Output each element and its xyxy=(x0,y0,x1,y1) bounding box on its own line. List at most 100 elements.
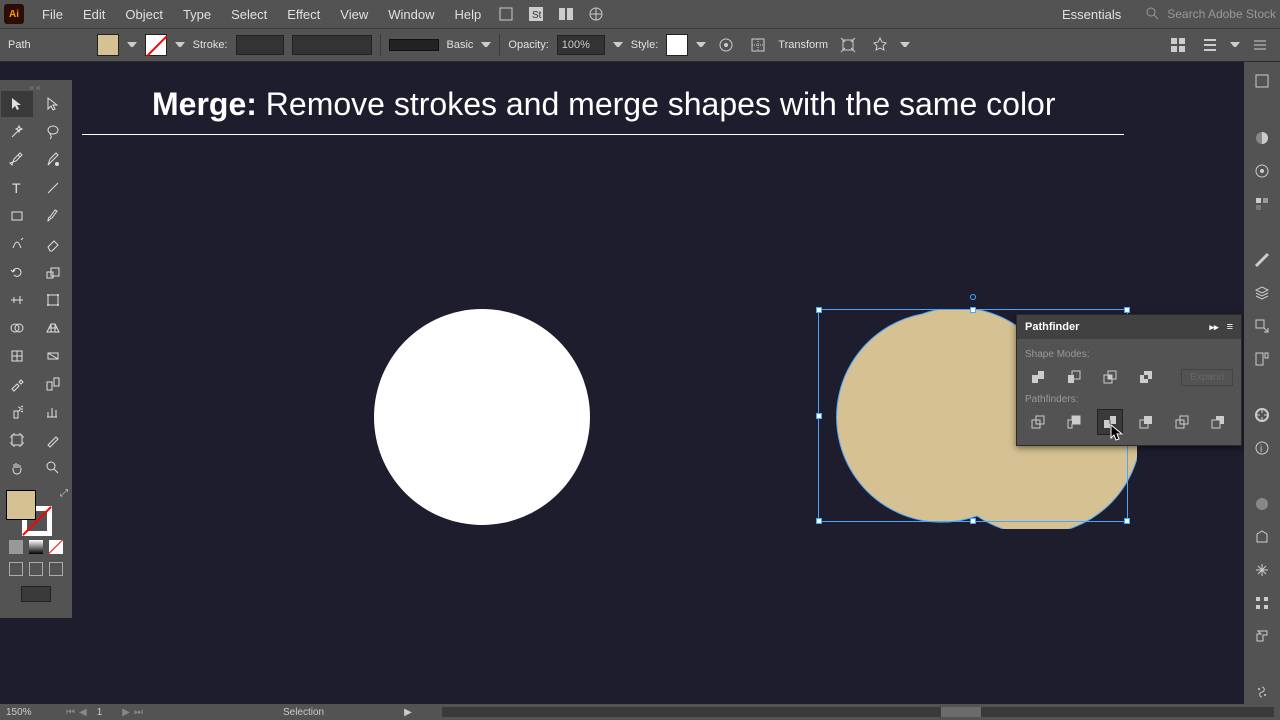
mesh-tool[interactable] xyxy=(1,343,33,369)
paintbrush-tool[interactable] xyxy=(37,203,69,229)
align-icon[interactable] xyxy=(746,33,770,57)
gpu-icon[interactable] xyxy=(584,2,608,26)
draw-inside[interactable] xyxy=(49,562,63,576)
merge-button[interactable] xyxy=(1097,409,1123,435)
eraser-tool[interactable] xyxy=(37,231,69,257)
stroke-panel-icon[interactable] xyxy=(1250,404,1274,427)
rotate-tool[interactable] xyxy=(1,259,33,285)
symbols-panel-icon[interactable] xyxy=(1250,681,1274,704)
menu-view[interactable]: View xyxy=(330,7,378,22)
draw-normal[interactable] xyxy=(9,562,23,576)
grid-icon[interactable] xyxy=(1166,33,1190,57)
symbol-sprayer-tool[interactable] xyxy=(1,399,33,425)
menu-window[interactable]: Window xyxy=(378,7,444,22)
exclude-button[interactable] xyxy=(1133,364,1159,390)
divide-button[interactable] xyxy=(1025,409,1051,435)
stroke-color-swatch[interactable] xyxy=(145,34,167,56)
eyedropper-tool[interactable] xyxy=(1,371,33,397)
column-graph-tool[interactable] xyxy=(37,399,69,425)
scale-tool[interactable] xyxy=(37,259,69,285)
brushes-panel-icon[interactable] xyxy=(1250,249,1274,272)
menu-object[interactable]: Object xyxy=(115,7,173,22)
properties-panel-icon[interactable] xyxy=(1250,70,1274,93)
color-panel-icon[interactable] xyxy=(1250,126,1274,149)
layers-panel-icon[interactable] xyxy=(1250,281,1274,304)
rectangle-tool[interactable] xyxy=(1,203,33,229)
type-tool[interactable]: T xyxy=(1,175,33,201)
transform-link[interactable]: Transform xyxy=(778,39,828,51)
artboard-nav[interactable]: ⏮◀ xyxy=(66,707,87,718)
intersect-button[interactable] xyxy=(1097,364,1123,390)
gradient-tool[interactable] xyxy=(37,343,69,369)
magic-wand-tool[interactable] xyxy=(1,119,33,145)
list-icon[interactable] xyxy=(1198,33,1222,57)
info-panel-icon[interactable]: i xyxy=(1250,437,1274,460)
minus-front-button[interactable] xyxy=(1061,364,1087,390)
workspace-switcher[interactable]: Essentials xyxy=(1052,7,1137,22)
minus-back-button[interactable] xyxy=(1205,409,1231,435)
artboard-tool[interactable] xyxy=(1,427,33,453)
selection-tool[interactable] xyxy=(1,91,33,117)
graphic-style-swatch[interactable] xyxy=(666,34,688,56)
artboard-number[interactable]: 1 xyxy=(97,707,103,718)
expand-button[interactable]: Expand xyxy=(1181,369,1233,386)
fill-color-swatch[interactable] xyxy=(97,34,119,56)
swatches-panel-icon[interactable] xyxy=(1250,192,1274,215)
free-transform-tool[interactable] xyxy=(37,287,69,313)
fill-stroke-indicator[interactable]: ⤢ xyxy=(0,486,72,536)
appearance-panel-icon[interactable] xyxy=(1250,493,1274,516)
stroke-weight-input[interactable] xyxy=(236,35,284,55)
screen-mode-button[interactable] xyxy=(21,586,51,602)
graphic-styles-panel-icon[interactable] xyxy=(1250,526,1274,549)
trim-button[interactable] xyxy=(1061,409,1087,435)
pen-tool[interactable] xyxy=(1,147,33,173)
arrange-docs-icon[interactable] xyxy=(554,2,578,26)
crop-button[interactable] xyxy=(1133,409,1159,435)
shaper-tool[interactable] xyxy=(1,231,33,257)
menu-effect[interactable]: Effect xyxy=(277,7,330,22)
menu-type[interactable]: Type xyxy=(173,7,221,22)
edit-similar-icon[interactable] xyxy=(868,33,892,57)
color-mode-solid[interactable] xyxy=(9,540,23,554)
recolor-artwork-icon[interactable] xyxy=(714,33,738,57)
stock-icon[interactable]: St xyxy=(524,2,548,26)
isolate-icon[interactable] xyxy=(836,33,860,57)
line-tool[interactable] xyxy=(37,175,69,201)
collapse-icon[interactable]: ▸▸ xyxy=(1210,322,1219,333)
opacity-input[interactable] xyxy=(557,35,605,55)
slice-tool[interactable] xyxy=(37,427,69,453)
menu-edit[interactable]: Edit xyxy=(73,7,115,22)
shape-builder-tool[interactable] xyxy=(1,315,33,341)
menu-file[interactable]: File xyxy=(32,7,73,22)
lasso-tool[interactable] xyxy=(37,119,69,145)
zoom-tool[interactable] xyxy=(37,455,69,481)
menu-select[interactable]: Select xyxy=(221,7,277,22)
blend-tool[interactable] xyxy=(37,371,69,397)
align-panel-icon[interactable] xyxy=(1250,592,1274,615)
asset-export-panel-icon[interactable] xyxy=(1250,314,1274,337)
color-guide-panel-icon[interactable] xyxy=(1250,159,1274,182)
hand-tool[interactable] xyxy=(1,455,33,481)
artboards-panel-icon[interactable] xyxy=(1250,347,1274,370)
direct-selection-tool[interactable] xyxy=(37,91,69,117)
unite-button[interactable] xyxy=(1025,364,1051,390)
brush-name[interactable]: Basic xyxy=(447,39,474,51)
width-tool[interactable] xyxy=(1,287,33,313)
draw-behind[interactable] xyxy=(29,562,43,576)
color-mode-none[interactable] xyxy=(49,540,63,554)
transform-panel-icon[interactable] xyxy=(1250,559,1274,582)
curvature-tool[interactable] xyxy=(37,147,69,173)
bridge-icon[interactable] xyxy=(494,2,518,26)
zoom-level[interactable]: 150% xyxy=(6,707,46,718)
horizontal-scrollbar[interactable] xyxy=(442,707,1274,717)
stroke-profile-input[interactable] xyxy=(292,35,372,55)
panel-menu-icon[interactable] xyxy=(1248,33,1272,57)
perspective-grid-tool[interactable] xyxy=(37,315,69,341)
panel-menu-icon[interactable]: ≡ xyxy=(1227,321,1233,333)
menu-help[interactable]: Help xyxy=(444,7,491,22)
outline-button[interactable] xyxy=(1169,409,1195,435)
pathfinder-dock-icon[interactable] xyxy=(1250,625,1274,648)
color-mode-gradient[interactable] xyxy=(29,540,43,554)
stock-search[interactable]: Search Adobe Stock xyxy=(1137,6,1276,22)
artboard-nav-fwd[interactable]: ▶⏭ xyxy=(122,707,143,718)
